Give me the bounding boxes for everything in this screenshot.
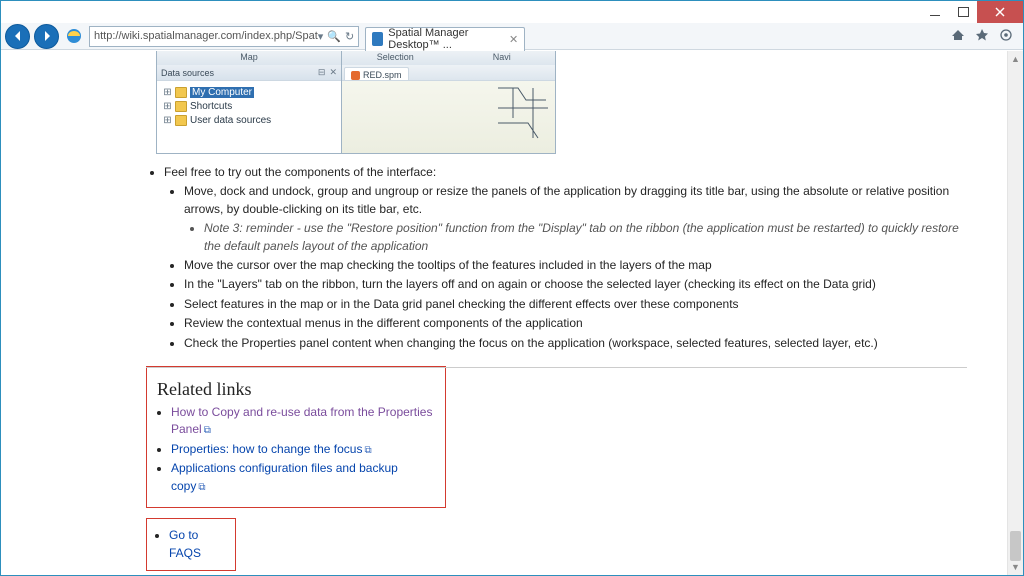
faqs-item: Go to FAQS xyxy=(169,527,225,562)
tools-icon[interactable] xyxy=(999,28,1013,45)
list-item: Select features in the map or in the Dat… xyxy=(184,296,967,313)
external-link-icon: ⧉ xyxy=(204,425,211,436)
embed-left-panel: Map Data sources ⊟✕ ⊞My Computer ⊞Shortc… xyxy=(157,51,342,153)
window-close-button[interactable] xyxy=(977,1,1023,23)
window-maximize-button[interactable] xyxy=(949,1,977,23)
close-panel-icon: ✕ xyxy=(329,67,337,78)
go-to-faqs-box: Go to FAQS xyxy=(146,518,236,571)
list-intro: Feel free to try out the components of t… xyxy=(164,164,967,352)
pin-icon: ⊟ xyxy=(318,67,326,78)
related-links-heading: Related links xyxy=(157,379,435,400)
note-3: Note 3: reminder - use the "Restore posi… xyxy=(204,220,967,255)
scrollbar-thumb[interactable] xyxy=(1010,531,1021,561)
list-item: Move, dock and undock, group and ungroup… xyxy=(184,183,967,255)
tree-item-user-data: ⊞User data sources xyxy=(163,113,335,127)
scroll-up-icon[interactable]: ▲ xyxy=(1008,51,1023,67)
external-link-icon: ⧉ xyxy=(198,482,205,493)
window-titlebar xyxy=(1,1,1023,23)
refresh-icon[interactable]: ↻ xyxy=(345,30,354,43)
related-link-1: How to Copy and re-use data from the Pro… xyxy=(171,404,435,439)
tab-favicon xyxy=(372,32,383,46)
list-item: Move the cursor over the map checking th… xyxy=(184,257,967,274)
embed-right-panel: Selection Navi RED.spm xyxy=(342,51,555,153)
list-item: Check the Properties panel content when … xyxy=(184,335,967,352)
browser-tab[interactable]: Spatial Manager Desktop™ ... ✕ xyxy=(365,27,525,51)
favorites-icon[interactable] xyxy=(975,28,989,45)
tab-close-icon[interactable]: ✕ xyxy=(509,33,518,46)
list-item: Review the contextual menus in the diffe… xyxy=(184,315,967,332)
embed-tab-map: Map xyxy=(157,51,341,65)
scroll-down-icon[interactable]: ▼ xyxy=(1008,559,1023,575)
tree-item-shortcuts: ⊞Shortcuts xyxy=(163,99,335,113)
go-to-faqs-link[interactable]: Go to FAQS xyxy=(169,528,201,559)
page-content: Map Data sources ⊟✕ ⊞My Computer ⊞Shortc… xyxy=(1,51,1007,575)
tree-item-my-computer: ⊞My Computer xyxy=(163,85,335,99)
url-text: http://wiki.spatialmanager.com/index.php… xyxy=(94,30,318,42)
embedded-screenshot: Map Data sources ⊟✕ ⊞My Computer ⊞Shortc… xyxy=(156,51,556,154)
section-divider xyxy=(146,367,967,368)
address-dropdown-icon[interactable]: ▾ xyxy=(318,30,324,43)
map-canvas xyxy=(342,80,555,153)
browser-window: http://wiki.spatialmanager.com/index.php… xyxy=(0,0,1024,576)
related-link-2: Properties: how to change the focus⧉ xyxy=(171,441,435,459)
nav-back-button[interactable] xyxy=(5,24,30,49)
external-link-icon: ⧉ xyxy=(364,445,371,456)
search-icon[interactable]: 🔍 xyxy=(327,30,341,43)
embed-right-tabbar: Selection Navi xyxy=(342,51,555,65)
tab-title: Spatial Manager Desktop™ ... xyxy=(388,27,504,51)
related-link-3: Applications configuration files and bac… xyxy=(171,460,435,495)
link-properties-focus[interactable]: Properties: how to change the focus xyxy=(171,442,362,456)
address-bar[interactable]: http://wiki.spatialmanager.com/index.php… xyxy=(89,26,359,47)
related-links-box: Related links How to Copy and re-use dat… xyxy=(146,366,446,508)
tab-strip: Spatial Manager Desktop™ ... ✕ xyxy=(363,23,947,50)
embed-left-tabbar: Map xyxy=(157,51,341,65)
data-sources-header: Data sources ⊟✕ xyxy=(157,65,341,80)
data-sources-title: Data sources xyxy=(161,68,214,78)
embed-tab-nav: Navi xyxy=(449,51,556,65)
nav-forward-button[interactable] xyxy=(34,24,59,49)
window-minimize-button[interactable] xyxy=(921,1,949,23)
toolbar-right xyxy=(951,28,1019,45)
vertical-scrollbar[interactable]: ▲ ▼ xyxy=(1007,51,1023,575)
browser-navbar: http://wiki.spatialmanager.com/index.php… xyxy=(1,23,1023,50)
ie-icon xyxy=(66,28,82,44)
embed-tab-selection: Selection xyxy=(342,51,449,65)
page-viewport: Map Data sources ⊟✕ ⊞My Computer ⊞Shortc… xyxy=(1,51,1023,575)
list-item: In the "Layers" tab on the ribbon, turn … xyxy=(184,276,967,293)
data-sources-tree: ⊞My Computer ⊞Shortcuts ⊞User data sourc… xyxy=(157,80,341,153)
home-icon[interactable] xyxy=(951,28,965,45)
